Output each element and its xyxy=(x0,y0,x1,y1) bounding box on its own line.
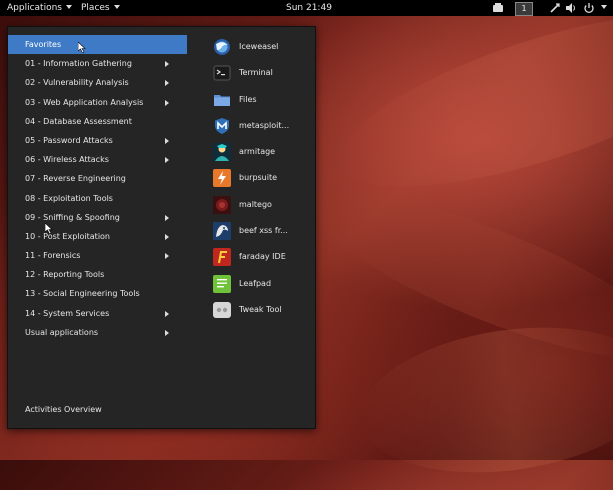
favorite-app-label: Files xyxy=(239,94,257,104)
favorite-app-label: metasploit... xyxy=(239,120,290,130)
favorite-app-item[interactable]: Files xyxy=(212,89,312,115)
category-item[interactable]: 10 - Post Exploitation xyxy=(8,227,187,246)
category-item[interactable]: 14 - System Services xyxy=(8,304,187,323)
maltego-icon xyxy=(213,195,231,214)
chevron-right-icon xyxy=(165,99,169,106)
terminal-icon xyxy=(213,64,231,82)
category-item[interactable]: Usual applications xyxy=(8,323,187,342)
category-item[interactable]: 11 - Forensics xyxy=(8,246,187,265)
mouse-pointer-icon xyxy=(77,38,86,57)
category-label: 13 - Social Engineering Tools xyxy=(25,289,140,299)
tweak-tool-icon xyxy=(213,301,231,319)
category-label: 09 - Sniffing & Spoofing xyxy=(25,212,120,222)
chevron-down-icon xyxy=(601,4,607,9)
wallpaper-streak xyxy=(351,309,613,490)
favorite-app-label: Leafpad xyxy=(239,278,272,288)
favorite-app-label: faraday IDE xyxy=(239,252,286,262)
category-item[interactable]: 01 - Information Gathering xyxy=(8,54,187,73)
applications-menu-button[interactable]: Applications xyxy=(7,0,72,16)
power-icon[interactable] xyxy=(583,2,595,14)
category-item[interactable]: 04 - Database Assessment xyxy=(8,112,187,131)
category-label: 02 - Vulnerability Analysis xyxy=(25,78,129,88)
category-label: 08 - Exploitation Tools xyxy=(25,193,113,203)
favorite-app-item[interactable]: Iceweasel xyxy=(212,36,312,62)
network-icon[interactable] xyxy=(549,2,561,14)
category-label: 14 - System Services xyxy=(25,308,110,318)
favorite-app-item[interactable]: Leafpad xyxy=(212,273,312,299)
category-label: 01 - Information Gathering xyxy=(25,59,132,69)
favorite-app-item[interactable]: maltego xyxy=(212,194,312,220)
armitage-icon xyxy=(213,143,231,162)
iceweasel-icon xyxy=(213,38,231,56)
favorite-app-label: Iceweasel xyxy=(239,42,279,51)
category-label: 11 - Forensics xyxy=(25,251,81,261)
chevron-right-icon xyxy=(165,253,169,260)
leafpad-icon xyxy=(213,274,231,293)
applications-menu: Favorites 01 - Information Gathering 02 - … xyxy=(7,26,316,429)
favorite-app-label: burpsuite xyxy=(239,173,278,183)
places-menu-button[interactable]: Places xyxy=(81,0,120,16)
favorite-app-label: Tweak Tool xyxy=(239,304,282,314)
category-item[interactable]: 05 - Password Attacks xyxy=(8,131,187,150)
power-menu-caret xyxy=(597,0,607,16)
category-label: 05 - Password Attacks xyxy=(25,135,113,145)
chevron-down-icon xyxy=(65,4,72,9)
activities-overview-link[interactable]: Activities Overview xyxy=(25,405,102,414)
category-list: Favorites 01 - Information Gathering 02 - … xyxy=(8,35,187,342)
category-item[interactable]: 06 - Wireless Attacks xyxy=(8,150,187,169)
favorite-app-item[interactable]: faraday IDE xyxy=(212,246,312,272)
favorite-app-label: beef xss fr... xyxy=(239,226,288,236)
chevron-right-icon xyxy=(165,157,169,164)
category-item[interactable]: 12 - Reporting Tools xyxy=(8,265,187,284)
chevron-right-icon xyxy=(165,80,169,87)
category-label: 12 - Reporting Tools xyxy=(25,270,105,280)
category-label: 04 - Database Assessment xyxy=(25,116,132,126)
category-label: 07 - Reverse Engineering xyxy=(25,174,126,184)
wallpaper-streak xyxy=(321,0,613,222)
favorites-app-list: Iceweasel Terminal Files metasploit... armit… xyxy=(212,36,312,325)
mouse-pointer-icon xyxy=(44,219,53,238)
volume-icon[interactable] xyxy=(565,2,577,14)
places-label: Places xyxy=(81,3,110,13)
burpsuite-icon xyxy=(213,169,231,188)
faraday-icon xyxy=(213,248,231,267)
category-label: 03 - Web Application Analysis xyxy=(25,97,144,107)
workspace-indicator[interactable]: 1 xyxy=(515,2,533,16)
category-item[interactable]: 03 - Web Application Analysis xyxy=(8,93,187,112)
category-item[interactable]: 09 - Sniffing & Spoofing xyxy=(8,208,187,227)
category-label: 06 - Wireless Attacks xyxy=(25,155,109,165)
beef-icon xyxy=(213,222,231,241)
category-item[interactable]: 08 - Exploitation Tools xyxy=(8,189,187,208)
applications-label: Applications xyxy=(7,3,62,13)
favorite-app-item[interactable]: Terminal xyxy=(212,62,312,88)
favorite-app-label: maltego xyxy=(239,199,272,209)
chevron-right-icon xyxy=(165,329,169,336)
chevron-right-icon xyxy=(165,310,169,317)
favorite-app-item[interactable]: burpsuite xyxy=(212,167,312,193)
chevron-right-icon xyxy=(165,214,169,221)
clock[interactable]: Sun 21:49 xyxy=(286,0,332,16)
chevron-right-icon xyxy=(165,233,169,240)
category-item[interactable]: 07 - Reverse Engineering xyxy=(8,169,187,188)
chevron-right-icon xyxy=(165,61,169,68)
category-item[interactable]: 13 - Social Engineering Tools xyxy=(8,284,187,303)
favorite-app-label: Terminal xyxy=(239,68,273,78)
category-item[interactable]: Favorites xyxy=(8,35,187,55)
category-label: 10 - Post Exploitation xyxy=(25,231,111,241)
chevron-down-icon xyxy=(113,4,120,9)
favorite-app-item[interactable]: beef xss fr... xyxy=(212,220,312,246)
keyboard-layout-icon[interactable] xyxy=(492,2,504,14)
category-label: Usual applications xyxy=(25,327,99,337)
top-bar: Applications Places Sun 21:49 1 xyxy=(0,0,613,16)
favorite-app-item[interactable]: Tweak Tool xyxy=(212,299,312,325)
category-item[interactable]: 02 - Vulnerability Analysis xyxy=(8,73,187,92)
favorite-app-label: armitage xyxy=(239,147,276,157)
files-icon xyxy=(213,91,231,109)
favorite-app-item[interactable]: armitage xyxy=(212,141,312,167)
metasploit-icon xyxy=(213,117,231,135)
category-label: Favorites xyxy=(25,40,62,49)
chevron-right-icon xyxy=(165,137,169,144)
favorite-app-item[interactable]: metasploit... xyxy=(212,115,312,141)
